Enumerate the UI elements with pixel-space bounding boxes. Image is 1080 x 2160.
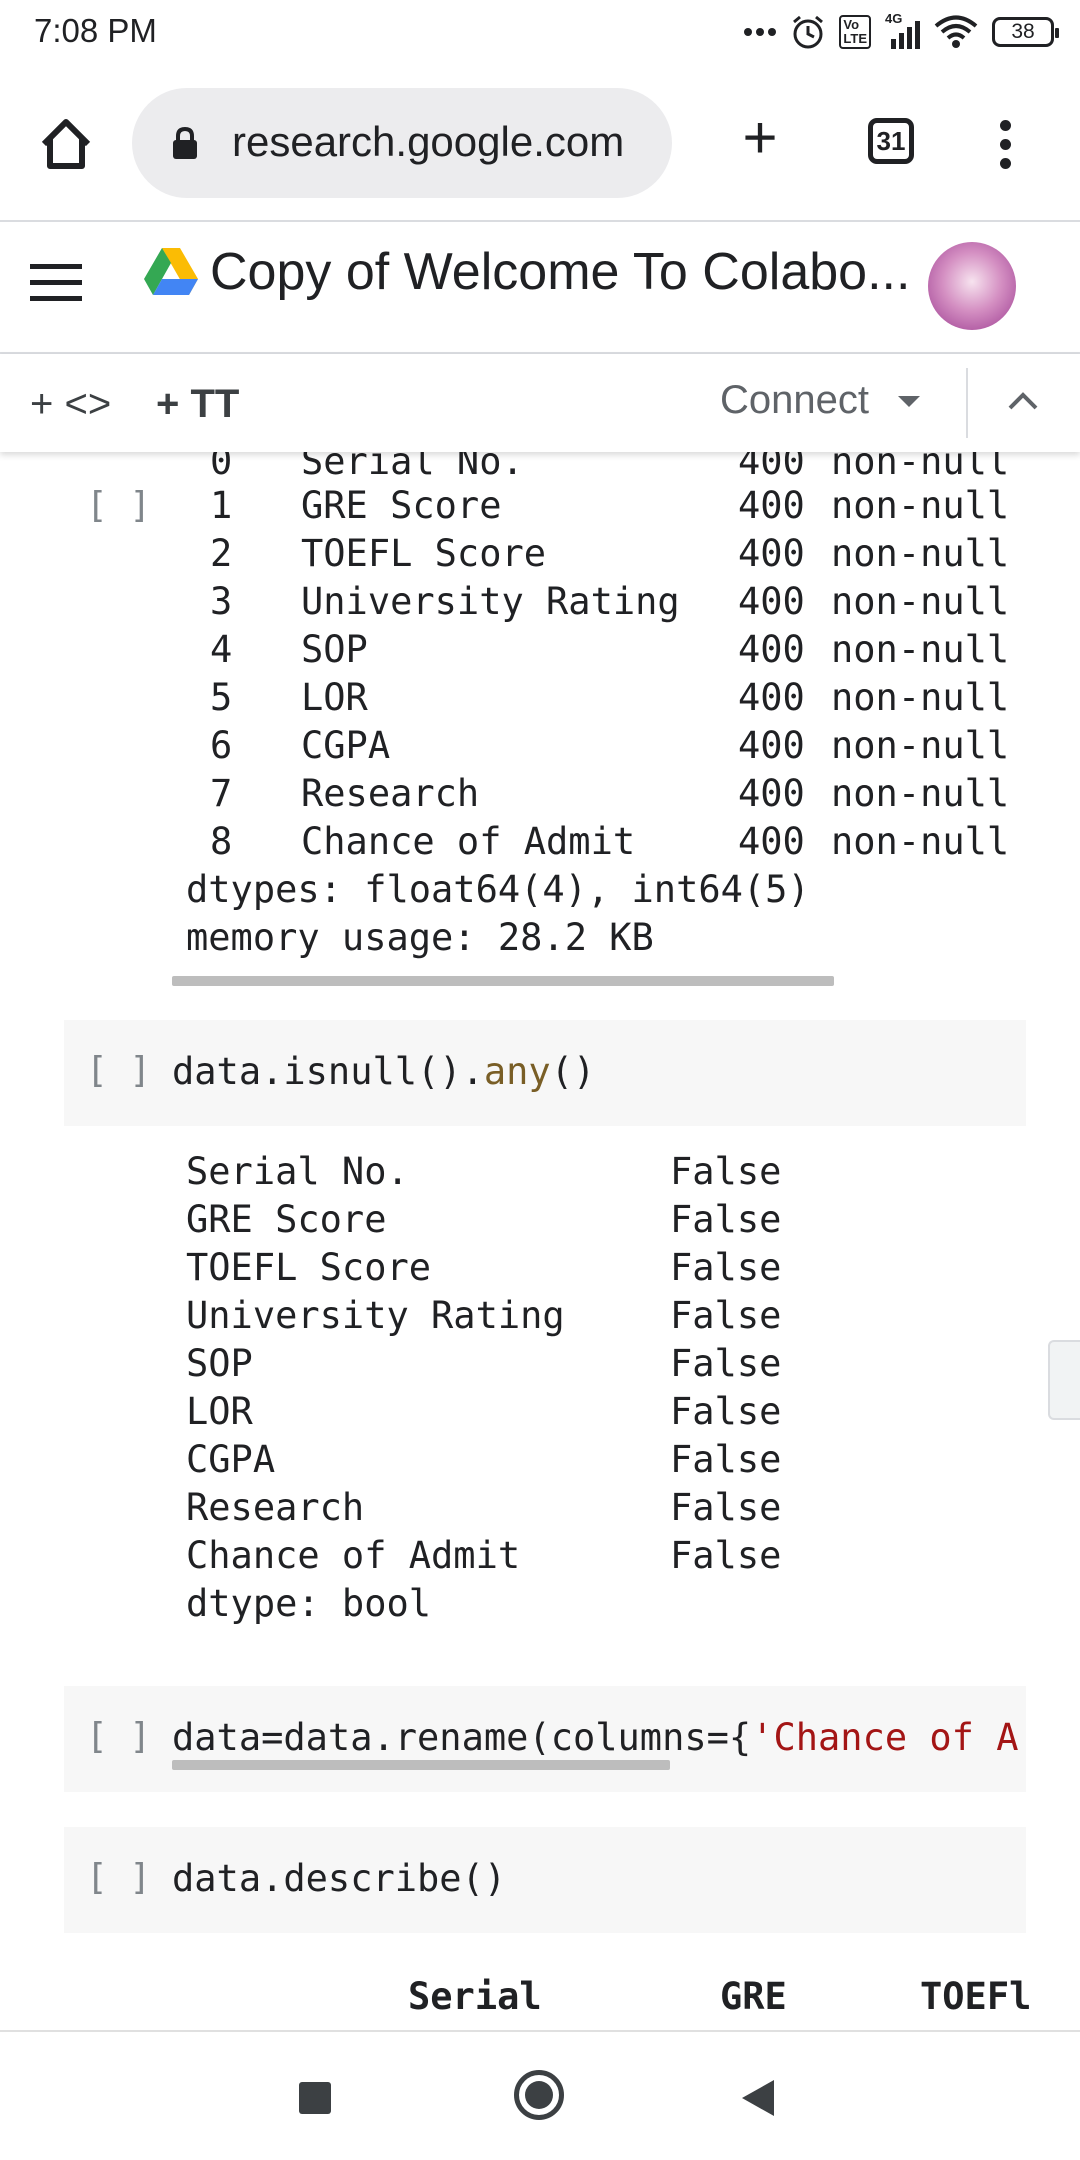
list-item: LOR False [186,1390,782,1433]
user-avatar[interactable] [928,242,1016,330]
battery-level: 38 [1011,20,1035,43]
browser-toolbar: research.google.com + 31 [0,84,1080,204]
recent-apps-icon[interactable] [299,2082,331,2114]
code-line[interactable]: data.isnull().any() [172,1050,595,1093]
volte-icon: Vo LTE [839,15,871,49]
address-bar[interactable]: research.google.com [132,88,672,198]
info-memory: memory usage: 28.2 KB [186,916,654,959]
colab-header: Copy of Welcome To Colabo... [0,222,1080,352]
list-item: SOP False [186,1342,782,1385]
list-item: Serial No. False [186,1150,782,1193]
tab-switcher-button[interactable]: 31 [868,118,914,164]
wifi-icon [934,15,978,48]
code-horizontal-scrollbar[interactable] [172,1760,670,1770]
list-item: University Rating False [186,1294,782,1337]
network-type: 4G [885,11,903,26]
url-text[interactable]: research.google.com [232,118,624,166]
status-time: 7:08 PM [34,12,157,49]
hamburger-menu-icon[interactable] [30,258,82,308]
code-cell-isnull[interactable]: [ ] data.isnull().any() [64,1020,1026,1126]
output-horizontal-scrollbar[interactable] [172,976,834,986]
add-code-cell-button[interactable]: + <> [30,382,111,427]
table-header: Serial [408,1975,542,2018]
toolbar-divider [966,368,968,438]
run-cell-button[interactable]: [ ] [86,485,151,526]
new-tab-button[interactable]: + [730,108,790,170]
notebook-body: [ ] 0 Serial No. 400 non-null 1 GRE Score 400… [0,440,1080,2030]
home-nav-icon[interactable] [514,2070,564,2120]
info-dtypes: dtypes: float64(4), int64(5) [186,868,810,911]
table-header: GRE [720,1975,787,2018]
status-bar: 7:08 PM Vo LTE 4G 38 [0,0,1080,64]
run-cell-button[interactable]: [ ] [86,1857,151,1898]
code-cell-describe[interactable]: [ ] data.describe() [64,1827,1026,1933]
add-text-cell-button[interactable]: + TT [156,382,239,427]
google-drive-icon [144,248,198,295]
signal-icon: 4G [885,11,920,49]
connect-dropdown-icon[interactable] [898,396,920,407]
code-line[interactable]: data=data.rename(columns={'Chance of A [172,1716,1019,1759]
chevron-up-icon[interactable] [1006,384,1040,418]
battery-icon: 38 [992,17,1059,47]
back-icon[interactable] [742,2080,774,2116]
describe-output-header: Serial GRE TOEFl [0,1975,1080,2030]
list-item: TOEFL Score False [186,1246,782,1289]
system-nav-bar [0,2032,1080,2160]
isnull-dtype: dtype: bool [186,1582,432,1625]
more-dots-icon [744,28,777,36]
colab-toolbar: + <> + TT Connect [0,354,1080,452]
list-item: Research False [186,1486,782,1529]
status-icons: Vo LTE 4G 38 [743,10,1059,54]
home-icon[interactable] [36,114,96,174]
list-item: CGPA False [186,1438,782,1481]
table-header: TOEFl [920,1975,1032,2018]
run-cell-button[interactable]: [ ] [86,1050,151,1091]
lock-icon [173,126,197,159]
run-cell-button[interactable]: [ ] [86,1716,151,1757]
notebook-title[interactable]: Copy of Welcome To Colabo... [210,242,910,302]
alarm-icon [793,15,824,49]
code-line[interactable]: data.describe() [172,1857,506,1900]
list-item: GRE Score False [186,1198,782,1241]
list-item: Chance of Admit False [186,1534,782,1577]
code-cell-rename[interactable]: [ ] data=data.rename(columns={'Chance of… [64,1686,1026,1792]
connect-button[interactable]: Connect [720,378,869,423]
browser-menu-icon[interactable] [986,114,1026,174]
page-scroll-handle[interactable] [1048,1340,1080,1420]
